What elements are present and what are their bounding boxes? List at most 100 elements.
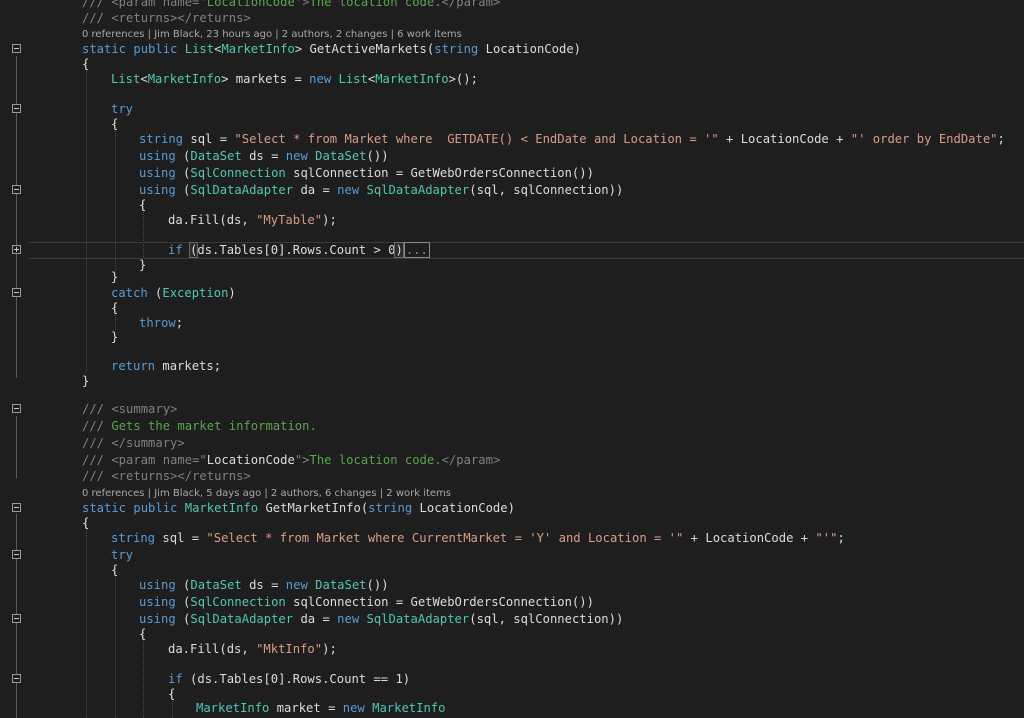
code-token: /// [82, 419, 112, 433]
code-token: } [111, 270, 119, 284]
code-token: using [139, 166, 176, 180]
code-text[interactable]: /// <returns></returns> [82, 468, 251, 485]
code-token: GetMarketInfo( [258, 501, 369, 515]
code-token: /// <returns></returns> [82, 469, 251, 483]
code-token: } [111, 330, 119, 344]
code-token: ( [175, 149, 191, 163]
code-token: try [111, 548, 134, 562]
code-token: da = [293, 183, 338, 197]
code-token: ; [997, 132, 1005, 146]
collapse-region-icon[interactable] [12, 550, 21, 559]
code-line: /// <summary> [0, 401, 1024, 418]
code-text[interactable]: /// Gets the market information. [82, 418, 317, 435]
code-text[interactable]: } [82, 373, 89, 390]
code-text[interactable]: } [111, 269, 118, 286]
code-text[interactable]: /// <summary> [82, 401, 177, 418]
code-token: static public [82, 42, 185, 56]
code-text[interactable]: using (SqlConnection sqlConnection = Get… [139, 594, 594, 611]
code-token: SqlDataAdapter [366, 183, 470, 197]
code-token: sql = [183, 132, 235, 146]
code-token: ds = [241, 149, 286, 163]
code-token: ); [322, 213, 337, 227]
code-token: MarketInfo [221, 42, 295, 56]
code-line: using (SqlConnection sqlConnection = Get… [0, 165, 1024, 182]
code-text[interactable]: da.Fill(ds, "MyTable"); [168, 212, 337, 229]
code-text[interactable]: using (DataSet ds = new DataSet()) [139, 577, 389, 594]
code-token: ); [322, 642, 337, 656]
code-line: string sql = "Select * from Market where… [0, 530, 1024, 547]
code-text[interactable]: } [111, 329, 118, 346]
code-token: (sql, sqlConnection)) [469, 612, 624, 626]
code-line: } [0, 269, 1024, 286]
code-token: ) [394, 242, 404, 258]
code-text[interactable]: List<MarketInfo> markets = new List<Mark… [111, 71, 478, 88]
code-token: DataSet [315, 149, 367, 163]
code-token: (ds.Tables[0].Rows.Count == 1) [182, 672, 411, 686]
collapse-region-icon[interactable] [12, 674, 21, 683]
code-token: sqlConnection = GetWebOrdersConnection()… [285, 595, 594, 609]
code-line: da.Fill(ds, "MktInfo"); [0, 641, 1024, 658]
code-token: using [139, 578, 176, 592]
code-token: DataSet [190, 578, 242, 592]
code-token: ()) [366, 578, 389, 592]
code-token: "' order by EndDate" [850, 132, 998, 146]
code-token: ()) [366, 149, 389, 163]
code-token: ( [175, 183, 191, 197]
code-token: The location code. [309, 0, 442, 9]
code-token: new [285, 149, 316, 163]
code-token: LocationCode [206, 453, 295, 467]
code-token: new [337, 612, 367, 626]
code-token: { [139, 627, 147, 641]
code-token: "> [294, 0, 310, 9]
code-token: catch [111, 286, 148, 300]
code-token: markets; [155, 359, 222, 373]
code-token: /// <summary> [82, 402, 178, 416]
code-token: /// <param name=" [82, 0, 207, 9]
collapse-region-icon[interactable] [12, 44, 21, 53]
code-token: using [139, 183, 176, 197]
collapse-region-icon[interactable] [12, 288, 21, 297]
code-token: new [337, 183, 367, 197]
collapse-region-icon[interactable] [12, 614, 21, 623]
code-token: "Select * from Market where CurrentMarke… [206, 531, 684, 545]
code-token: >(); [448, 72, 478, 86]
collapse-region-icon[interactable] [12, 104, 21, 113]
collapse-region-icon[interactable] [12, 185, 21, 194]
code-token: new [342, 701, 373, 715]
collapse-region-icon[interactable] [12, 503, 21, 512]
code-token: { [139, 198, 147, 212]
code-token: /// <param name=" [82, 453, 207, 467]
code-token: "'" [815, 531, 838, 545]
code-line: /// Gets the market information. [0, 418, 1024, 435]
expand-region-icon[interactable] [12, 245, 21, 254]
code-token: SqlConnection [190, 595, 286, 609]
code-token: Exception [162, 286, 229, 300]
code-token: using [139, 595, 176, 609]
code-text[interactable]: string sql = "Select * from Market where… [111, 530, 845, 547]
code-token: MarketInfo [375, 72, 449, 86]
code-line: string sql = "Select * from Market where… [0, 131, 1024, 148]
code-text[interactable]: /// <returns></returns> [82, 10, 251, 27]
code-text[interactable]: MarketInfo market = new MarketInfo [196, 700, 445, 717]
code-text[interactable]: /// <param name="LocationCode">The locat… [82, 452, 500, 469]
code-token: sqlConnection = GetWebOrdersConnection()… [285, 166, 594, 180]
code-line: List<MarketInfo> markets = new List<Mark… [0, 71, 1024, 88]
code-token: SqlDataAdapter [190, 183, 294, 197]
code-token: "MktInfo" [256, 642, 323, 656]
code-token: if [168, 243, 191, 257]
code-token: DataSet [190, 149, 242, 163]
code-line: /// <returns></returns> [0, 10, 1024, 27]
code-text[interactable]: using (SqlConnection sqlConnection = Get… [139, 165, 594, 182]
code-editor[interactable]: /// <param name="LocationCode">The locat… [0, 0, 1024, 718]
code-token: { [111, 563, 119, 577]
collapse-region-icon[interactable] [12, 404, 21, 413]
code-text[interactable]: string sql = "Select * from Market where… [139, 131, 1005, 148]
code-text[interactable]: /// </summary> [82, 435, 185, 452]
code-text[interactable]: using (DataSet ds = new DataSet()) [139, 148, 389, 165]
code-text[interactable]: da.Fill(ds, "MktInfo"); [168, 641, 337, 658]
code-token: + LocationCode + [718, 132, 851, 146]
collapsed-region-hint[interactable]: ... [403, 242, 430, 258]
code-token: throw [139, 316, 176, 330]
code-token: ds.Tables[0].Rows.Count > 0 [197, 243, 396, 257]
code-token: LocationCode [206, 0, 295, 9]
